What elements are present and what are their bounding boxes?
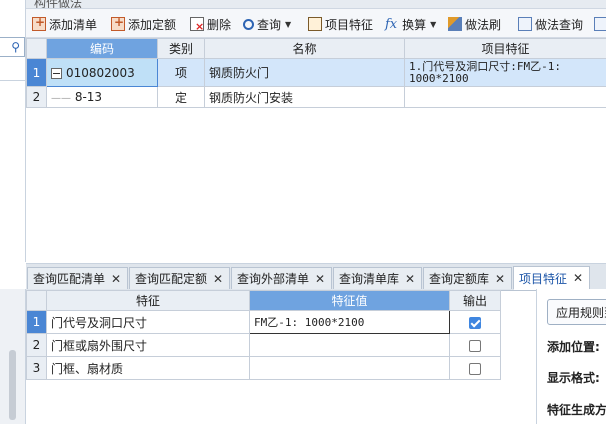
table-empty-area bbox=[26, 110, 606, 262]
code-text: 010802003 bbox=[66, 65, 135, 80]
close-icon[interactable]: ✕ bbox=[213, 272, 223, 286]
dropdown-arrow-icon: ▼ bbox=[430, 19, 437, 29]
row-number[interactable]: 3 bbox=[26, 356, 47, 380]
output-checkbox[interactable] bbox=[469, 339, 481, 352]
add-position-label: 添加位置: bbox=[547, 340, 600, 354]
category-cell[interactable]: 定 bbox=[157, 86, 205, 108]
bottom-tab-bar: 查询匹配清单 ✕ 查询匹配定额 ✕ 查询外部清单 ✕ 查询清单库 ✕ 查询定额库 ✕ 项目… bbox=[26, 263, 606, 291]
column-header-output[interactable]: 输出 bbox=[449, 290, 501, 311]
delete-button[interactable]: 删除 bbox=[190, 15, 231, 33]
add-quota-icon bbox=[111, 15, 125, 31]
search-icon[interactable]: ⚲ bbox=[11, 40, 20, 54]
toolbar: 添加清单 添加定额 删除 查询 ▼ 项目特征 fx 换算 ▼ 做法刷 做法查询 bbox=[26, 9, 606, 38]
close-icon[interactable]: ✕ bbox=[573, 271, 583, 285]
delete-icon bbox=[190, 17, 204, 33]
more-toolbar-button[interactable] bbox=[594, 15, 606, 33]
method-query-button[interactable]: 做法查询 bbox=[518, 15, 583, 33]
row-number[interactable]: 1 bbox=[26, 310, 47, 334]
table-row[interactable]: 1 门代号及洞口尺寸 FM乙-1: 1000*2100 bbox=[26, 310, 501, 334]
table-row[interactable]: 3 门框、扇材质 bbox=[26, 356, 501, 380]
column-header-value[interactable]: 特征值 bbox=[249, 290, 450, 311]
table-row[interactable]: 2 —— 8-13 定 钢质防火门安装 bbox=[26, 86, 606, 108]
code-text: 8-13 bbox=[74, 90, 103, 104]
tree-line: —— bbox=[51, 93, 71, 104]
table-row[interactable]: 1 010802003 项 钢质防火门 1.门代号及洞口尺寸:FM乙-1: 10… bbox=[26, 58, 606, 87]
close-icon[interactable]: ✕ bbox=[111, 272, 121, 286]
tab-query-match-quota[interactable]: 查询匹配定额 ✕ bbox=[129, 267, 230, 289]
column-header-feature[interactable]: 特征 bbox=[46, 290, 250, 311]
convert-button[interactable]: fx 换算 ▼ bbox=[385, 15, 436, 33]
column-header-code[interactable]: 编码 bbox=[46, 38, 158, 59]
code-cell[interactable]: 010802003 bbox=[46, 58, 158, 87]
query-icon bbox=[243, 18, 254, 30]
fx-icon: fx bbox=[385, 17, 398, 32]
row-number[interactable]: 2 bbox=[26, 333, 47, 357]
brush-icon bbox=[448, 17, 462, 31]
output-cell[interactable] bbox=[449, 310, 501, 334]
generate-method-label: 特征生成方 bbox=[547, 403, 606, 417]
apply-rules-button[interactable]: 应用规则到 bbox=[547, 299, 606, 325]
code-cell[interactable]: —— 8-13 bbox=[46, 86, 158, 108]
left-search-box[interactable]: ⚲ bbox=[0, 37, 25, 57]
tab-query-list-library[interactable]: 查询清单库 ✕ bbox=[333, 267, 422, 289]
feature-value-cell[interactable] bbox=[249, 356, 450, 380]
name-cell[interactable]: 钢质防火门安装 bbox=[204, 86, 405, 108]
collapse-icon[interactable] bbox=[51, 67, 62, 79]
document-icon bbox=[594, 17, 606, 31]
add-quota-button[interactable]: 添加定额 bbox=[111, 15, 176, 33]
left-divider bbox=[0, 80, 25, 81]
category-cell[interactable]: 项 bbox=[157, 58, 205, 87]
tab-query-quota-library[interactable]: 查询定额库 ✕ bbox=[423, 267, 512, 289]
item-feature-button[interactable]: 项目特征 bbox=[308, 15, 373, 33]
name-cell[interactable]: 钢质防火门 bbox=[204, 58, 405, 87]
feature-value-cell[interactable] bbox=[249, 333, 450, 357]
method-query-icon bbox=[518, 17, 532, 31]
section-header-label: 构件做法 bbox=[34, 0, 83, 9]
feature-name-cell[interactable]: 门代号及洞口尺寸 bbox=[46, 310, 250, 334]
feature-name-cell[interactable]: 门框、扇材质 bbox=[46, 356, 250, 380]
row-number[interactable]: 1 bbox=[26, 58, 47, 87]
feature-icon bbox=[308, 17, 322, 31]
output-checkbox[interactable] bbox=[469, 362, 481, 375]
feature-cell[interactable] bbox=[404, 86, 606, 108]
add-list-button[interactable]: 添加清单 bbox=[32, 15, 97, 33]
corner-cell bbox=[26, 38, 47, 59]
feature-value-cell[interactable]: FM乙-1: 1000*2100 bbox=[249, 310, 450, 334]
vertical-scrollbar[interactable] bbox=[9, 350, 16, 420]
output-cell[interactable] bbox=[449, 333, 501, 357]
add-list-icon bbox=[32, 15, 46, 31]
close-icon[interactable]: ✕ bbox=[315, 272, 325, 286]
feature-table: 特征 特征值 输出 1 门代号及洞口尺寸 FM乙-1: 1000*2100 2 … bbox=[26, 290, 501, 380]
close-icon[interactable]: ✕ bbox=[405, 272, 415, 286]
output-cell[interactable] bbox=[449, 356, 501, 380]
query-button[interactable]: 查询 ▼ bbox=[243, 15, 291, 33]
output-checkbox[interactable] bbox=[469, 316, 481, 329]
column-header-feature[interactable]: 项目特征 bbox=[404, 38, 606, 59]
corner-cell bbox=[26, 290, 47, 311]
column-header-name[interactable]: 名称 bbox=[204, 38, 405, 59]
method-brush-button[interactable]: 做法刷 bbox=[448, 15, 501, 33]
feature-name-cell[interactable]: 门框或扇外围尺寸 bbox=[46, 333, 250, 357]
row-number[interactable]: 2 bbox=[26, 86, 47, 108]
method-table: 编码 类别 名称 项目特征 1 010802003 项 钢质防火门 1.门代号及… bbox=[26, 38, 606, 108]
tab-query-external-list[interactable]: 查询外部清单 ✕ bbox=[231, 267, 332, 289]
feature-cell[interactable]: 1.门代号及洞口尺寸:FM乙-1: 1000*2100 bbox=[404, 58, 606, 87]
column-header-category[interactable]: 类别 bbox=[157, 38, 205, 59]
dropdown-arrow-icon: ▼ bbox=[285, 19, 292, 29]
tab-item-feature[interactable]: 项目特征 ✕ bbox=[513, 266, 590, 290]
display-format-label: 显示格式: bbox=[547, 371, 600, 385]
section-header: 构件做法 bbox=[26, 0, 606, 9]
close-icon[interactable]: ✕ bbox=[495, 272, 505, 286]
tab-query-match-list[interactable]: 查询匹配清单 ✕ bbox=[27, 267, 128, 289]
table-row[interactable]: 2 门框或扇外围尺寸 bbox=[26, 333, 501, 357]
